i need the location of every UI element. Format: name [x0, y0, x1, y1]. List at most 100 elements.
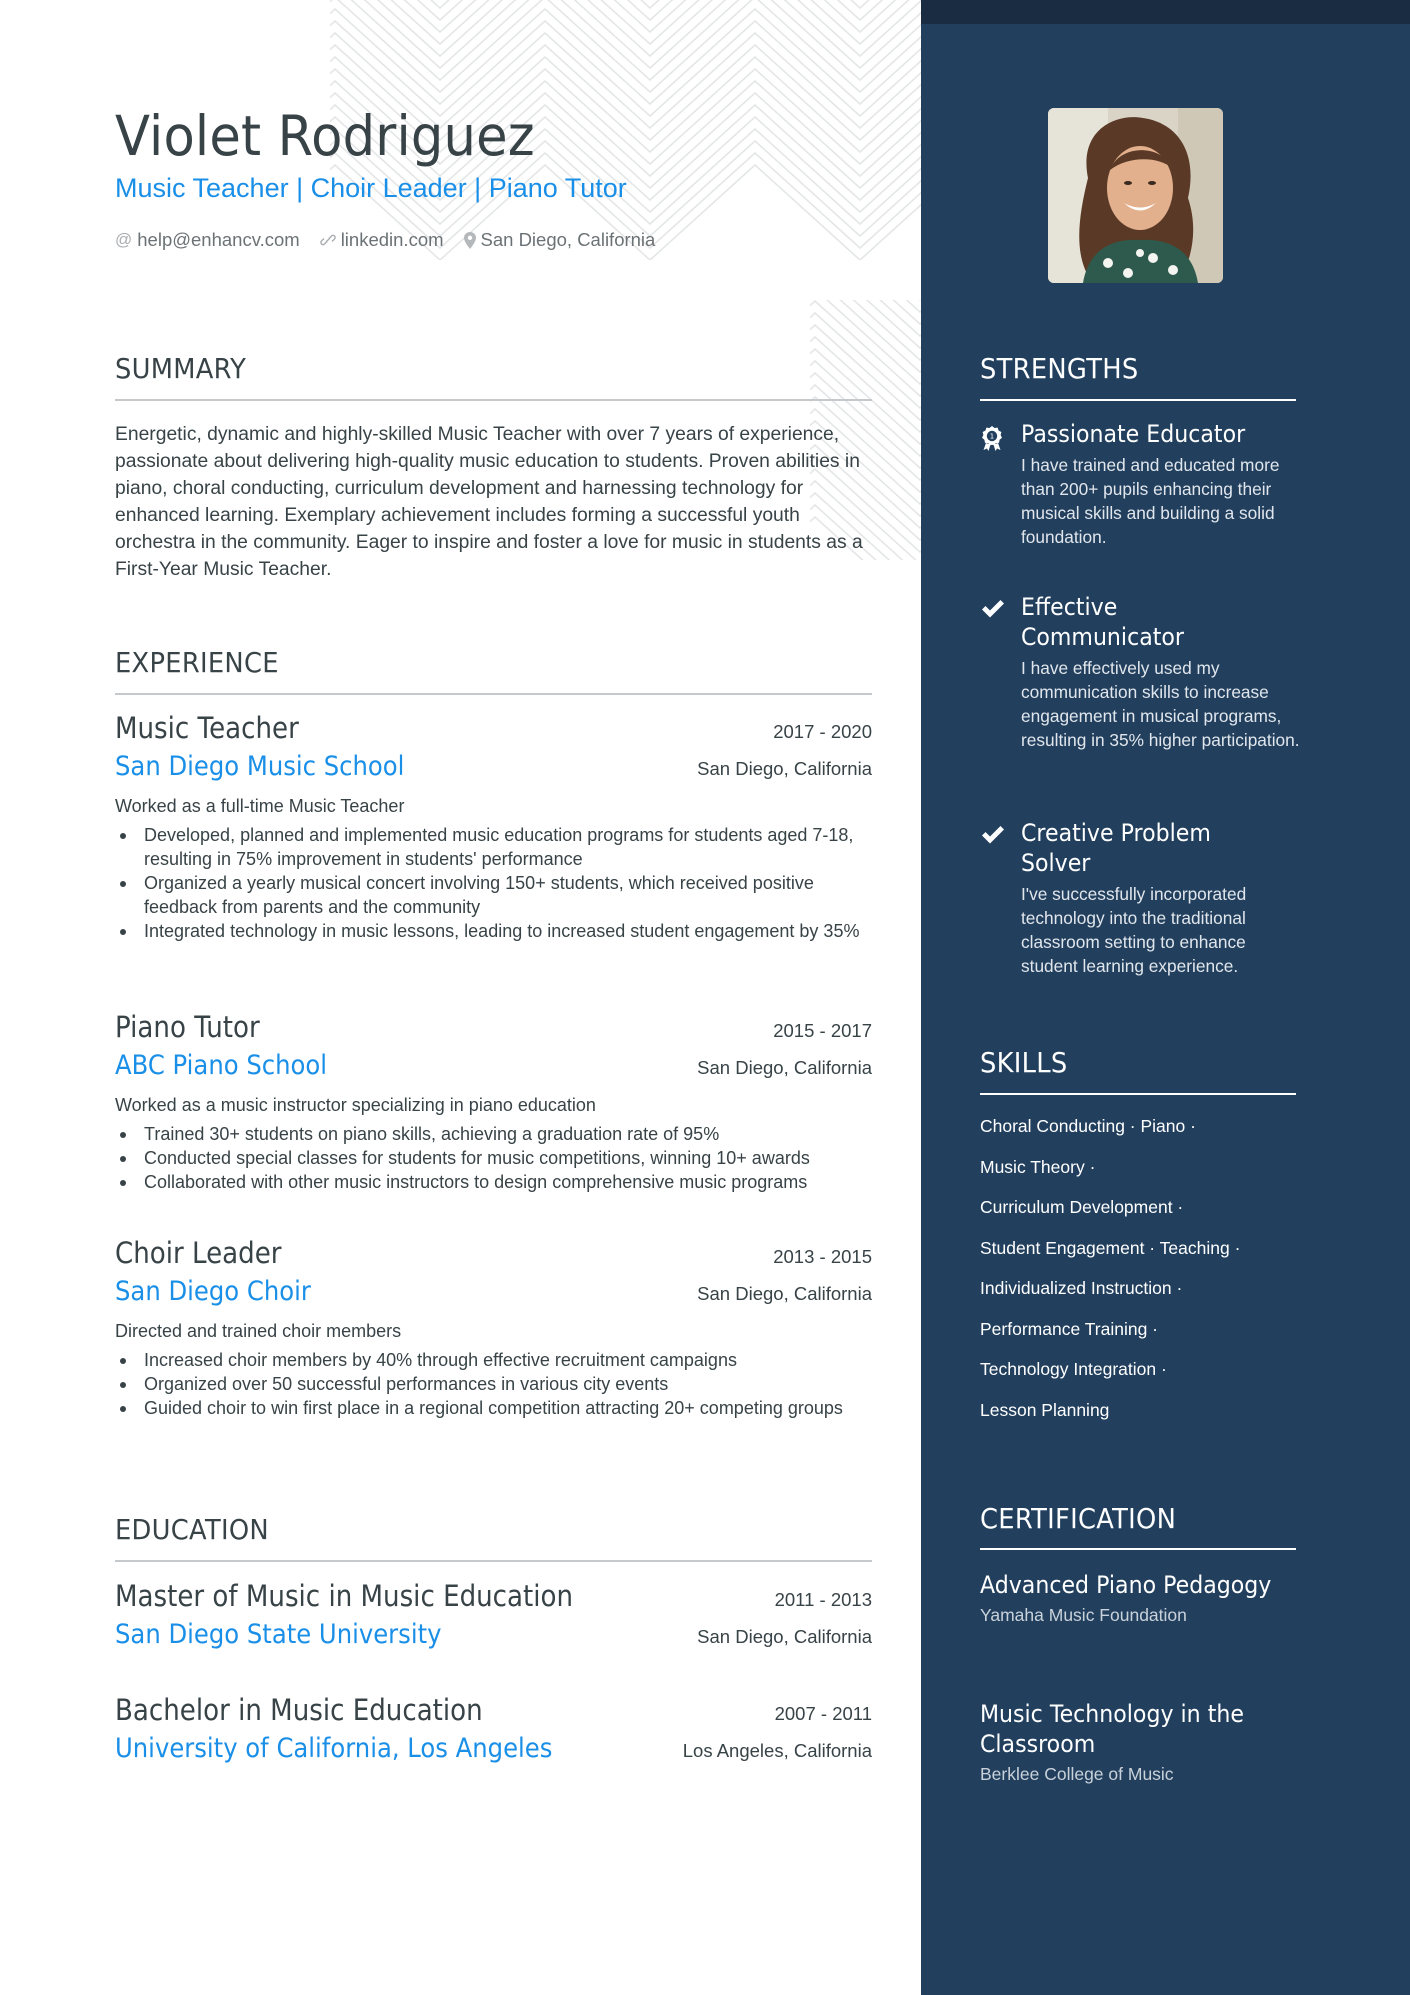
- chevron-line: [363, 0, 921, 70]
- certification-divider: [980, 1548, 1296, 1550]
- chevron-line: [905, 300, 921, 314]
- chevron-line: [879, 300, 921, 338]
- job-description: Worked as a full-time Music Teacher: [115, 796, 405, 816]
- skill-line: Lesson Planning: [980, 1399, 1110, 1420]
- contact-linkedin[interactable]: linkedin.com: [319, 229, 444, 251]
- education-dates: 2007 - 2011: [774, 1703, 872, 1724]
- job-description: Worked as a music instructor specializin…: [115, 1095, 596, 1115]
- job-location: San Diego, California: [697, 758, 872, 779]
- job-location: San Diego, California: [697, 1283, 872, 1304]
- chevron-line: [416, 0, 884, 22]
- strengths-heading: STRENGTHS: [980, 352, 1139, 385]
- bullet-item: Organized a yearly musical concert invol…: [115, 871, 872, 919]
- experience-entry: Piano Tutor 2015 - 2017 ABC Piano School…: [115, 1010, 872, 1194]
- bullet-item: Guided choir to win first place in a reg…: [115, 1396, 872, 1420]
- skill-line: Performance Training ·: [980, 1318, 1158, 1339]
- contact-email[interactable]: @ help@enhancv.com: [115, 229, 300, 251]
- company-name[interactable]: San Diego Choir: [115, 1276, 333, 1307]
- bullet-item: Collaborated with other music instructor…: [115, 1170, 872, 1194]
- strength-description: I've successfully incorporated technolog…: [1021, 884, 1247, 976]
- strength-title: Effective Communicator: [1021, 593, 1184, 651]
- job-bullets: Trained 30+ students on piano skills, ac…: [115, 1122, 872, 1194]
- bullet-item: Increased choir members by 40% through e…: [115, 1348, 872, 1372]
- skill-line: Student Engagement · Teaching ·: [980, 1237, 1241, 1258]
- job-role: Music Teacher: [115, 711, 299, 745]
- skill-line: Music Theory ·: [980, 1156, 1096, 1177]
- sidebar-top-band: [921, 0, 1410, 24]
- link-icon: [319, 232, 336, 248]
- company-name[interactable]: ABC Piano School: [115, 1050, 351, 1081]
- company-name[interactable]: San Diego Music School: [115, 751, 437, 782]
- strength-item: Effective Communicator I have effectivel…: [980, 592, 1300, 752]
- education-dates: 2011 - 2013: [774, 1589, 872, 1610]
- certification-title: Advanced Piano Pedagogy: [980, 1571, 1272, 1599]
- chevron-line: [390, 0, 910, 46]
- location-pin-icon: [463, 231, 476, 249]
- skills-divider: [980, 1093, 1296, 1095]
- job-bullets: Developed, planned and implemented music…: [115, 823, 872, 943]
- certification-item: Music Technology in the Classroom Berkle…: [980, 1699, 1300, 1785]
- school-location: San Diego, California: [697, 1626, 872, 1647]
- experience-entry: Choir Leader 2013 - 2015 San Diego Choir…: [115, 1236, 872, 1420]
- award-ribbon-icon: 1: [980, 425, 1006, 451]
- strengths-divider: [980, 399, 1296, 401]
- experience-divider: [115, 693, 872, 695]
- strength-description: I have effectively used my communication…: [1021, 658, 1300, 750]
- chevron-line: [865, 300, 921, 350]
- job-location: San Diego, California: [697, 1057, 872, 1078]
- education-entry: Bachelor in Music Education 2007 - 2011 …: [115, 1693, 872, 1764]
- education-entry: Master of Music in Music Education 2011 …: [115, 1579, 872, 1650]
- strength-item: 1 Passionate Educator I have trained and…: [980, 419, 1300, 549]
- chevron-line: [350, 0, 921, 82]
- job-description: Directed and trained choir members: [115, 1321, 402, 1341]
- contact-email-text: help@enhancv.com: [137, 229, 300, 250]
- job-dates: 2017 - 2020: [773, 721, 872, 742]
- degree-name: Master of Music in Music Education: [115, 1579, 574, 1613]
- summary-divider: [115, 399, 872, 401]
- certification-heading: CERTIFICATION: [980, 1502, 1177, 1535]
- skill-line: Choral Conducting · Piano ·: [980, 1116, 1196, 1136]
- school-location: Los Angeles, California: [682, 1740, 872, 1761]
- job-role: Choir Leader: [115, 1236, 282, 1270]
- certification-item: Advanced Piano Pedagogy Yamaha Music Fou…: [980, 1570, 1300, 1626]
- skill-line: Individualized Instruction ·: [980, 1278, 1183, 1298]
- bullet-item: Conducted special classes for students f…: [115, 1146, 872, 1170]
- school-name[interactable]: San Diego State University: [115, 1619, 478, 1650]
- contact-linkedin-text: linkedin.com: [340, 229, 444, 250]
- experience-entry: Music Teacher 2017 - 2020 San Diego Musi…: [115, 711, 872, 943]
- school-name[interactable]: University of California, Los Angeles: [115, 1733, 601, 1764]
- chevron-line: [376, 0, 921, 58]
- job-dates: 2015 - 2017: [773, 1020, 872, 1041]
- education-divider: [115, 1560, 872, 1562]
- summary-text: Energetic, dynamic and highly-skilled Mu…: [115, 424, 863, 580]
- profile-photo: [1048, 108, 1223, 283]
- chevron-line: [429, 0, 871, 10]
- svg-text:1: 1: [990, 433, 994, 441]
- contact-info: @ help@enhancv.com linkedin.com San Dieg…: [115, 229, 655, 251]
- chevron-line: [330, 19, 921, 118]
- sidebar: STRENGTHS 1 Passionate Educator I have t…: [921, 0, 1410, 1995]
- chevron-line: [330, 7, 921, 106]
- skills-heading: SKILLS: [980, 1046, 1068, 1079]
- candidate-title: Music Teacher | Choir Leader | Piano Tut…: [115, 173, 627, 203]
- skills-list: Choral Conducting · Piano · Music Theory…: [980, 1114, 1300, 1438]
- bullet-item: Trained 30+ students on piano skills, ac…: [115, 1122, 872, 1146]
- strength-item: Creative Problem Solver I've successfull…: [980, 818, 1300, 978]
- chevron-line: [918, 300, 921, 302]
- strength-description: I have trained and educated more than 20…: [1021, 455, 1280, 547]
- skill-line: Curriculum Development ·: [980, 1197, 1184, 1217]
- bullet-item: Integrated technology in music lessons, …: [115, 919, 872, 943]
- job-bullets: Increased choir members by 40% through e…: [115, 1348, 872, 1420]
- experience-heading: EXPERIENCE: [115, 646, 279, 679]
- strength-title: Passionate Educator: [1021, 420, 1246, 448]
- checkmark-icon: [980, 824, 1006, 850]
- skill-line: Technology Integration ·: [980, 1359, 1167, 1379]
- job-role: Piano Tutor: [115, 1010, 260, 1044]
- chevron-line: [852, 300, 921, 362]
- chevron-line: [330, 0, 921, 94]
- contact-location: San Diego, California: [463, 229, 655, 251]
- chevron-line: [403, 0, 897, 34]
- bullet-item: Organized over 50 successful performance…: [115, 1372, 872, 1396]
- certification-organization: Yamaha Music Foundation: [980, 1605, 1187, 1625]
- certification-organization: Berklee College of Music: [980, 1764, 1174, 1784]
